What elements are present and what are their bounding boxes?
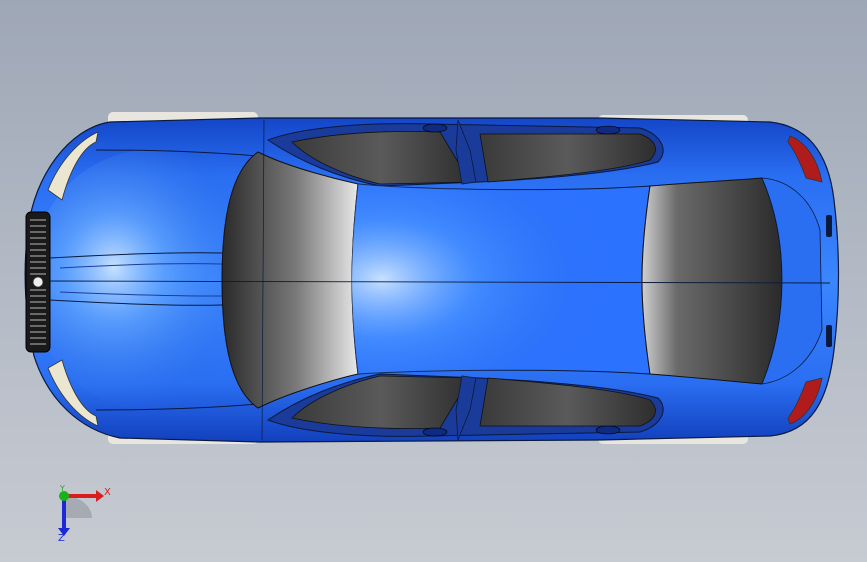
- x-axis-label: X: [104, 487, 111, 498]
- coordinate-triad: X Y Z: [40, 478, 120, 548]
- graphics-viewport[interactable]: X Y Z: [0, 0, 867, 562]
- z-axis-label: Z: [58, 533, 65, 544]
- grille: [25, 211, 51, 353]
- rear-window: [641, 177, 783, 385]
- windshield: [221, 151, 359, 409]
- car-model[interactable]: [0, 0, 867, 562]
- y-axis-label: Y: [60, 484, 65, 493]
